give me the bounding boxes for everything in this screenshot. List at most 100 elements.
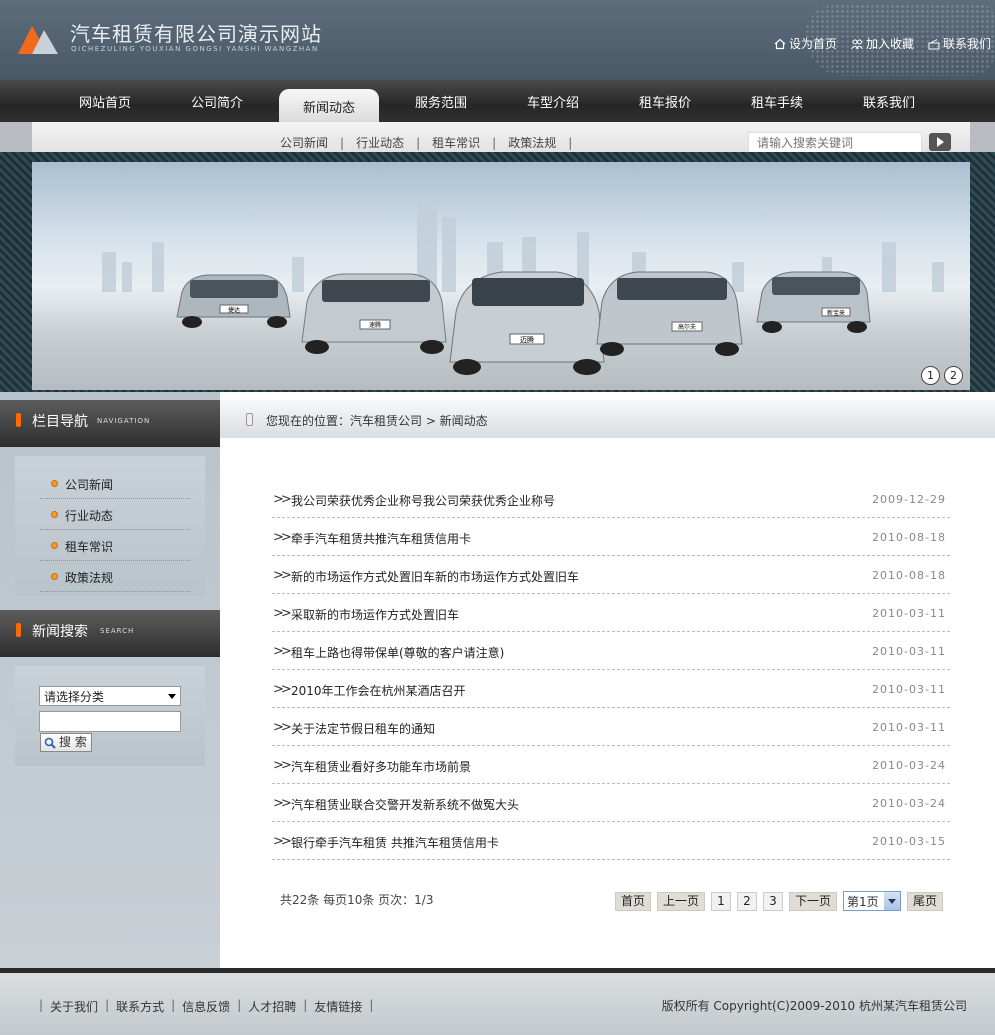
news-date: 2010-03-11	[872, 683, 946, 696]
bullet-icon	[51, 480, 58, 487]
news-date: 2010-03-15	[872, 835, 946, 848]
top-links: 设为首页 加入收藏 联系我们	[774, 35, 991, 52]
footer-link-about[interactable]: 关于我们	[50, 998, 98, 1015]
news-title[interactable]: 我公司荣获优秀企业称号我公司荣获优秀企业称号	[291, 492, 555, 509]
footer-links: | 关于我们 | 联系方式 | 信息反馈 | 人才招聘 | 友情链接 |	[32, 998, 380, 1015]
slide-dot-2[interactable]: 2	[944, 366, 963, 385]
news-title[interactable]: 关于法定节假日租车的通知	[291, 720, 435, 737]
users-icon	[851, 39, 863, 49]
category-label: 政策法规	[65, 571, 114, 585]
add-favorite-link[interactable]: 加入收藏	[851, 35, 914, 52]
search-go-button[interactable]	[929, 133, 951, 151]
page-select[interactable]: 第1页	[843, 891, 901, 911]
car-3: 迈腾	[449, 271, 605, 375]
bullet-icon	[51, 511, 58, 518]
footer-link-jobs[interactable]: 人才招聘	[248, 998, 296, 1015]
chevron-down-icon	[884, 892, 900, 910]
category-item-rental-tips[interactable]: 租车常识	[40, 530, 190, 561]
news-title[interactable]: 租车上路也得带保单(尊敬的客户请注意)	[291, 644, 504, 661]
news-title[interactable]: 新的市场运作方式处置旧车新的市场运作方式处置旧车	[291, 568, 579, 585]
plate-2: 速腾	[369, 321, 381, 329]
news-keyword-input[interactable]	[39, 711, 181, 732]
copyright-text: 版权所有 Copyright(C)2009-2010 杭州某汽车租赁公司	[661, 999, 967, 1013]
accent-bar	[16, 623, 21, 637]
news-title[interactable]: 汽车租赁业联合交警开发新系统不做冤大头	[291, 796, 519, 813]
last-page-button[interactable]: 尾页	[907, 892, 943, 911]
separator: |	[237, 998, 242, 1012]
nav-item-prices[interactable]: 租车报价	[615, 92, 715, 111]
category-label: 公司新闻	[65, 478, 114, 492]
news-title[interactable]: 牵手汽车租赁共推汽车租赁信用卡	[291, 530, 471, 547]
category-label: 租车常识	[65, 540, 114, 554]
footer-link-contact[interactable]: 联系方式	[116, 998, 164, 1015]
double-chevron-icon: >>	[273, 568, 292, 583]
category-item-industry-news[interactable]: 行业动态	[40, 499, 190, 530]
search-section-title-en: SEARCH	[100, 627, 135, 635]
site-title: 汽车租赁有限公司演示网站	[70, 22, 322, 46]
slide-dot-1[interactable]: 1	[921, 366, 940, 385]
nav-item-contact[interactable]: 联系我们	[839, 92, 939, 111]
double-chevron-icon: >>	[273, 606, 292, 621]
plate-1: 捷达	[228, 306, 240, 314]
news-title[interactable]: 2010年工作会在杭州某酒店召开	[291, 682, 466, 699]
category-item-company-news[interactable]: 公司新闻	[40, 468, 190, 499]
page-3-button[interactable]: 3	[763, 892, 783, 911]
next-page-button[interactable]: 下一页	[789, 892, 837, 911]
nav-item-about[interactable]: 公司简介	[167, 92, 267, 111]
news-item[interactable]: >> 租车上路也得带保单(尊敬的客户请注意) 2010-03-11	[272, 632, 950, 670]
breadcrumb-text: 您现在的位置：汽车租赁公司 > 新闻动态	[266, 414, 488, 428]
set-homepage-link[interactable]: 设为首页	[774, 35, 837, 52]
news-item[interactable]: >> 新的市场运作方式处置旧车新的市场运作方式处置旧车 2010-08-18	[272, 556, 950, 594]
news-date: 2010-08-18	[872, 531, 946, 544]
subnav-company-news[interactable]: 公司新闻	[280, 134, 328, 151]
news-search-button[interactable]: 搜 索	[40, 733, 92, 752]
news-item[interactable]: >> 关于法定节假日租车的通知 2010-03-11	[272, 708, 950, 746]
nav-section-title-en: NAVIGATION	[97, 417, 151, 425]
nav-section-header: 栏目导航 NAVIGATION	[0, 400, 220, 447]
separator: |	[39, 998, 44, 1012]
banner-illustration: 捷达 速腾 迈腾 高尔夫 新宝来	[102, 197, 944, 375]
news-date: 2010-08-18	[872, 569, 946, 582]
news-item[interactable]: >> 汽车租赁业联合交警开发新系统不做冤大头 2010-03-24	[272, 784, 950, 822]
subnav-rental-tips[interactable]: 租车常识	[432, 134, 480, 151]
category-item-policies[interactable]: 政策法规	[40, 561, 190, 592]
news-date: 2010-03-11	[872, 607, 946, 620]
search-section-title: 新闻搜索	[32, 624, 88, 640]
separator: |	[416, 135, 421, 150]
news-item[interactable]: >> 我公司荣获优秀企业称号我公司荣获优秀企业称号 2009-12-29	[272, 480, 950, 518]
news-item[interactable]: >> 2010年工作会在杭州某酒店召开 2010-03-11	[272, 670, 950, 708]
double-chevron-icon: >>	[273, 796, 292, 811]
news-date: 2010-03-24	[872, 759, 946, 772]
category-label: 行业动态	[65, 509, 114, 523]
prev-page-button[interactable]: 上一页	[657, 892, 705, 911]
footer-link-friends[interactable]: 友情链接	[314, 998, 362, 1015]
footer-link-feedback[interactable]: 信息反馈	[182, 998, 230, 1015]
nav-section-title: 栏目导航	[32, 414, 88, 430]
breadcrumb: 您现在的位置：汽车租赁公司 > 新闻动态	[220, 400, 995, 438]
nav-item-procedures[interactable]: 租车手续	[727, 92, 827, 111]
nav-item-models[interactable]: 车型介绍	[503, 92, 603, 111]
page-1-button[interactable]: 1	[711, 892, 731, 911]
news-item[interactable]: >> 牵手汽车租赁共推汽车租赁信用卡 2010-08-18	[272, 518, 950, 556]
nav-item-home[interactable]: 网站首页	[55, 92, 155, 111]
news-title[interactable]: 采取新的市场运作方式处置旧车	[291, 606, 459, 623]
banner-image: 捷达 速腾 迈腾 高尔夫 新宝来 1 2	[32, 162, 970, 390]
news-title[interactable]: 汽车租赁业看好多功能车市场前景	[291, 758, 471, 775]
news-item[interactable]: >> 采取新的市场运作方式处置旧车 2010-03-11	[272, 594, 950, 632]
nav-item-services[interactable]: 服务范围	[391, 92, 491, 111]
news-item[interactable]: >> 银行牵手汽车租赁 共推汽车租赁信用卡 2010-03-15	[272, 822, 950, 860]
add-favorite-label: 加入收藏	[865, 37, 914, 51]
keyword-search-input[interactable]	[748, 132, 922, 153]
first-page-button[interactable]: 首页	[615, 892, 651, 911]
news-title[interactable]: 银行牵手汽车租赁 共推汽车租赁信用卡	[291, 834, 499, 851]
news-item[interactable]: >> 汽车租赁业看好多功能车市场前景 2010-03-24	[272, 746, 950, 784]
double-chevron-icon: >>	[273, 758, 292, 773]
page-2-button[interactable]: 2	[737, 892, 757, 911]
nav-item-news[interactable]: 新闻动态	[279, 89, 379, 122]
subnav-policies[interactable]: 政策法规	[508, 134, 556, 151]
news-date: 2010-03-11	[872, 721, 946, 734]
contact-link[interactable]: 联系我们	[928, 35, 991, 52]
pagination-info: 共22条 每页10条 页次：1/3	[280, 893, 434, 907]
subnav-industry-news[interactable]: 行业动态	[356, 134, 404, 151]
category-select[interactable]: 请选择分类	[39, 686, 181, 706]
